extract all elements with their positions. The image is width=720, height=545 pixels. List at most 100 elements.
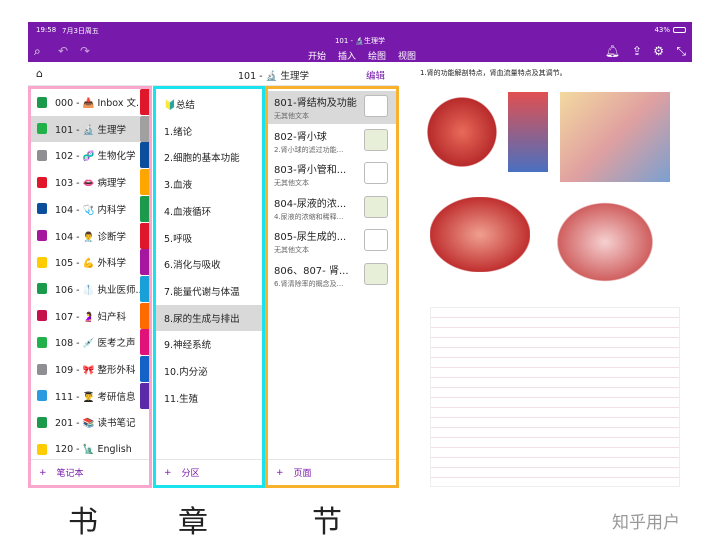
redo-icon[interactable]: ↷	[80, 44, 90, 58]
page-preview: 无其他文本	[274, 246, 309, 254]
notebook-icon	[37, 203, 47, 215]
share-icon[interactable]: ⇪	[632, 44, 642, 58]
section-list: 🔰总结 1.绪论 2.细胞的基本功能 3.血液 4.血液循环 5.呼吸 6.消化与吸收 7.能…	[153, 86, 265, 488]
section-color-tab[interactable]	[140, 89, 149, 115]
status-date: 7月3日周五	[62, 27, 99, 35]
section-item[interactable]: 3.血液	[156, 171, 262, 197]
notebook-label: 104 - 👨‍⚕️ 诊断学	[55, 231, 126, 243]
notebook-icon	[37, 443, 47, 455]
notebook-item[interactable]: 104 - 👨‍⚕️ 诊断学	[31, 223, 140, 249]
add-page-button[interactable]: + 页面	[268, 459, 396, 485]
section-item[interactable]: 5.呼吸	[156, 225, 262, 251]
page-item[interactable]: 805-尿生成的... 无其他文本	[268, 225, 396, 258]
status-time: 19:58	[36, 26, 57, 34]
edit-button[interactable]: 编辑	[366, 68, 385, 82]
page-item[interactable]: 806、807- 肾... 6.肾清除率的概念及...	[268, 259, 396, 292]
tab-view[interactable]: 视图	[398, 49, 416, 62]
notebook-item[interactable]: 201 - 📚 读书笔记	[31, 409, 140, 435]
section-color-tab[interactable]	[140, 142, 149, 169]
section-item[interactable]: 8.尿的生成与排出	[156, 304, 262, 331]
section-item[interactable]: 7.能量代谢与体温	[156, 278, 262, 304]
label-section: 节	[312, 505, 342, 540]
section-color-tab[interactable]	[140, 169, 149, 196]
home-icon[interactable]: ⌂	[36, 67, 43, 80]
page-preview: 无其他文本	[274, 112, 309, 120]
notebook-item[interactable]: 101 - 🔬 生理学	[31, 115, 140, 142]
section-label: 7.能量代谢与体温	[164, 286, 240, 298]
section-item[interactable]: 4.血液循环	[156, 198, 262, 224]
page-content[interactable]: 1.肾的功能解剖特点，肾血流量特点及其调节。	[400, 62, 692, 490]
section-color-tab[interactable]	[140, 222, 149, 249]
notebook-label: 120 - 🗽 English	[55, 443, 132, 455]
notebook-item[interactable]: 108 - 💉 医考之声	[31, 329, 140, 355]
battery-level: 43%	[654, 26, 670, 34]
notebook-label: 101 - 🔬 生理学	[55, 124, 126, 136]
section-color-tab[interactable]	[140, 329, 149, 356]
notebook-icon	[37, 230, 47, 241]
section-color-tab[interactable]	[140, 115, 149, 142]
notebook-label: 109 - 🎀 整形外科	[55, 365, 136, 376]
mindmap-image	[430, 307, 680, 487]
section-label: 9.神经系统	[164, 340, 212, 352]
page-list: 801-肾结构及功能 无其他文本 802-肾小球 2.肾小球的滤过功能... 803-肾…	[265, 86, 399, 488]
notebook-item[interactable]: 104 - 🩺 内科学	[31, 196, 140, 222]
page-item[interactable]: 804-尿液的浓... 4.尿液的浓缩和稀释...	[268, 192, 396, 225]
section-item[interactable]: 11.生殖	[156, 385, 262, 411]
notebook-item[interactable]: 111 - 👨‍🎓 考研信息	[31, 383, 140, 409]
page-item[interactable]: 803-肾小管和... 无其他文本	[268, 158, 396, 191]
label-book: 书	[68, 505, 98, 540]
section-item[interactable]: 2.细胞的基本功能	[156, 144, 262, 170]
notebook-label: 103 - 👄 病理学	[55, 178, 126, 190]
page-title: 802-肾小球	[274, 131, 327, 143]
section-color-tab[interactable]	[140, 302, 149, 329]
battery-icon	[673, 27, 686, 33]
section-item[interactable]: 🔰总结	[156, 91, 262, 117]
page-preview: 4.尿液的浓缩和稀释...	[274, 212, 344, 221]
add-notebook-button[interactable]: + 笔记本	[31, 459, 149, 485]
section-label: 8.尿的生成与排出	[164, 313, 240, 325]
section-item[interactable]: 10.内分泌	[156, 358, 262, 384]
notebook-label: 102 - 🧬 生物化学	[55, 151, 136, 163]
collapse-icon[interactable]: ⤡	[676, 44, 686, 59]
page-item[interactable]: 802-肾小球 2.肾小球的滤过功能...	[268, 125, 396, 158]
section-color-tab[interactable]	[140, 275, 149, 302]
notebook-icon	[37, 123, 47, 135]
notebook-icon	[37, 96, 47, 108]
section-color-tab[interactable]	[140, 195, 149, 222]
section-item[interactable]: 9.神经系统	[156, 331, 262, 357]
tab-draw[interactable]: 绘图	[368, 49, 386, 62]
notebook-item[interactable]: 105 - 💪 外科学	[31, 249, 140, 275]
section-label: 4.血液循环	[164, 206, 212, 218]
page-item[interactable]: 801-肾结构及功能 无其他文本	[268, 91, 396, 124]
notebook-item[interactable]: 106 - 🥼 执业医师...	[31, 276, 140, 302]
notebook-label: 111 - 👨‍🎓 考研信息	[55, 391, 136, 403]
bell-icon[interactable]: 🔔︎	[605, 44, 620, 58]
window-title: 101 - 🔬生理学	[334, 37, 386, 45]
page-thumbnail	[364, 229, 388, 251]
notebook-item[interactable]: 102 - 🧬 生物化学	[31, 142, 140, 168]
gear-icon[interactable]: ⚙	[653, 44, 664, 58]
notebook-item[interactable]: 109 - 🎀 整形外科	[31, 356, 140, 382]
add-section-button[interactable]: + 分区	[156, 459, 262, 485]
add-section-label: 分区	[181, 469, 200, 479]
section-item[interactable]: 1.绪论	[156, 118, 262, 144]
notebook-icon	[37, 256, 47, 268]
tab-home[interactable]: 开始	[308, 49, 326, 62]
section-item[interactable]: 6.消化与吸收	[156, 251, 262, 277]
plus-icon: +	[164, 467, 172, 478]
section-color-tab[interactable]	[140, 249, 149, 276]
notebook-label: 104 - 🩺 内科学	[55, 204, 126, 216]
page-title: 801-肾结构及功能	[274, 98, 357, 109]
app-toolbar: 19:58 7月3日周五 43% 101 - 🔬生理学 ⌕ ↶ ↷ 开始 插入 …	[28, 22, 692, 62]
tab-insert[interactable]: 插入	[338, 49, 356, 62]
notebook-icon	[37, 149, 47, 161]
section-color-tab[interactable]	[140, 356, 149, 382]
notebook-item[interactable]: 103 - 👄 病理学	[31, 169, 140, 195]
notebook-item[interactable]: 000 - 📥 Inbox 文...	[31, 89, 140, 115]
notebook-item[interactable]: 107 - 🤰 妇产科	[31, 303, 140, 329]
search-icon[interactable]: ⌕	[34, 44, 41, 59]
section-color-tab[interactable]	[140, 382, 149, 409]
notebook-icon	[37, 336, 47, 348]
watermark: 知乎用户	[612, 513, 680, 533]
undo-icon[interactable]: ↶	[58, 44, 68, 58]
